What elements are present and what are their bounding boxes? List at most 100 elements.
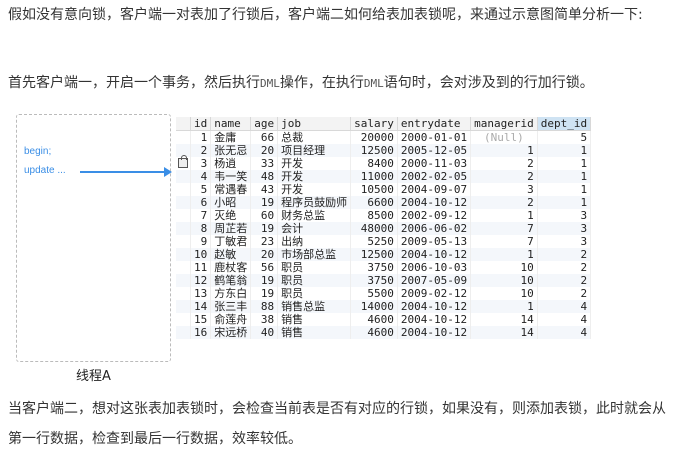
table-cell: 5 (190, 183, 212, 196)
table-cell: 20000 (350, 130, 398, 144)
table-cell: 灭绝 (210, 209, 252, 222)
table-cell: 2004-09-07 (397, 183, 472, 196)
table-cell: 1 (470, 248, 538, 261)
table-cell: 1 (537, 157, 592, 170)
table-row: 14 张三丰 88 销售总监 14000 2004-10-12 1 4 (176, 300, 592, 313)
table-cell: 19 (250, 287, 279, 300)
table-row: 12 鹤笔翁 19 职员 3750 2007-05-09 10 2 (176, 274, 592, 287)
table-cell: 2004-10-12 (397, 196, 472, 209)
column-header-age: age (250, 117, 279, 131)
table-cell: 韦一笑 (210, 170, 252, 183)
table-cell: 小昭 (210, 196, 252, 209)
table-cell: 20 (250, 248, 279, 261)
tx-update-line: update ... (24, 165, 66, 176)
table-cell: 2004-10-12 (397, 313, 472, 326)
table-cell: 11 (190, 261, 212, 274)
table-row: 13 方东白 19 职员 5500 2009-02-12 10 2 (176, 287, 592, 300)
table-cell: 销售总监 (277, 300, 352, 313)
table-row: 15 俞莲舟 38 销售 4600 2004-10-12 14 4 (176, 313, 592, 326)
table-cell: 5250 (350, 235, 398, 248)
column-header-entrydate: entrydate (397, 117, 472, 131)
table-cell: 2004-10-12 (397, 326, 472, 339)
row-marker (176, 183, 191, 196)
row-marker (176, 300, 191, 313)
table-cell: 7 (470, 222, 538, 235)
table-cell: 43 (250, 183, 279, 196)
table-cell: 2 (537, 287, 592, 300)
dml-code-2: DML (363, 77, 384, 90)
tx-begin-line: begin; (24, 146, 52, 157)
table-cell: 市场部总监 (277, 248, 352, 261)
table-cell: 10500 (350, 183, 398, 196)
table-cell: 60 (250, 209, 279, 222)
column-header-name: name (210, 117, 252, 131)
intro-paragraph: 假如没有意向锁，客户端一对表加了行锁后，客户端二如何给表加表锁呢，来通过示意图简… (8, 7, 643, 23)
table-cell: 2000-11-03 (397, 157, 472, 170)
table-cell: 丁敏君 (210, 235, 252, 248)
step-text-before: 首先客户端一，开启一个事务，然后执行 (8, 75, 260, 91)
table-cell: 出纳 (277, 235, 352, 248)
table-cell: 项目经理 (277, 144, 352, 157)
table-cell: 4 (190, 170, 212, 183)
table-cell: 销售 (277, 313, 352, 326)
table-cell: 开发 (277, 157, 352, 170)
table-cell: 5 (537, 130, 592, 144)
table-cell: 2007-05-09 (397, 274, 472, 287)
arrow-line (80, 171, 166, 173)
thread-a-box: begin; update ... (16, 114, 171, 362)
table-row: 7 灭绝 60 财务总监 8500 2002-09-12 1 3 (176, 209, 592, 222)
table-row: 6 小昭 19 程序员鼓励师 6600 2004-10-12 2 1 (176, 196, 592, 209)
table-cell: 2 (470, 157, 538, 170)
table-cell: 方东白 (210, 287, 252, 300)
row-marker (176, 209, 191, 222)
table-cell: 8400 (350, 157, 398, 170)
table-cell: 6600 (350, 196, 398, 209)
table-cell: 4 (537, 326, 592, 339)
table-cell: 20 (250, 144, 279, 157)
row-marker (176, 235, 191, 248)
table-cell: 2002-09-12 (397, 209, 472, 222)
table-cell: 常遇春 (210, 183, 252, 196)
arrow-right-icon (164, 167, 172, 177)
table-cell: 宋远桥 (210, 326, 252, 339)
table-cell: 2005-12-05 (397, 144, 472, 157)
table-cell: 周芷若 (210, 222, 252, 235)
lock-icon (178, 155, 188, 168)
step-text-after: 语句时，会对涉及到的行加行锁。 (383, 75, 594, 91)
table-cell: 赵敏 (210, 248, 252, 261)
table-cell: 鹤笔翁 (210, 274, 252, 287)
table-cell: 33 (250, 157, 279, 170)
table-body: 1 金庸 66 总裁 20000 2000-01-01 (Null) 5 2 张无忌 20 项目经理 1… (176, 130, 592, 339)
row-marker (176, 170, 191, 183)
table-cell: 1 (470, 144, 538, 157)
table-cell: 2 (537, 261, 592, 274)
table-cell: 金庸 (210, 130, 252, 144)
table-cell: 16 (190, 326, 212, 339)
table-cell: 2 (470, 196, 538, 209)
table-row: 3 杨逍 33 开发 8400 2000-11-03 2 1 (176, 155, 592, 170)
table-cell: 4 (537, 313, 592, 326)
table-cell: 财务总监 (277, 209, 352, 222)
table-cell: 2 (537, 274, 592, 287)
table-row: 8 周芷若 19 会计 48000 2006-06-02 7 3 (176, 222, 592, 235)
table-cell: 56 (250, 261, 279, 274)
step-text-middle: 操作，在执行 (279, 75, 364, 91)
table-cell: 8500 (350, 209, 398, 222)
table-cell: 66 (250, 130, 279, 144)
employee-table: id name age job salary entrydate managerid dept… (176, 117, 592, 339)
table-cell: 48 (250, 170, 279, 183)
table-row: 5 常遇春 43 开发 10500 2004-09-07 3 1 (176, 183, 592, 196)
table-cell: 职员 (277, 274, 352, 287)
table-cell: 俞莲舟 (210, 313, 252, 326)
table-cell: 7 (470, 235, 538, 248)
row-marker (176, 155, 191, 170)
row-marker (176, 222, 191, 235)
table-cell: 7 (190, 209, 212, 222)
table-cell: 1 (537, 183, 592, 196)
thread-caption: 线程A (76, 369, 111, 384)
table-cell: 5500 (350, 287, 398, 300)
table-cell: 2002-02-05 (397, 170, 472, 183)
table-cell: 38 (250, 313, 279, 326)
column-header-job: job (277, 117, 352, 131)
column-header-dept-id: dept_id (537, 117, 592, 131)
